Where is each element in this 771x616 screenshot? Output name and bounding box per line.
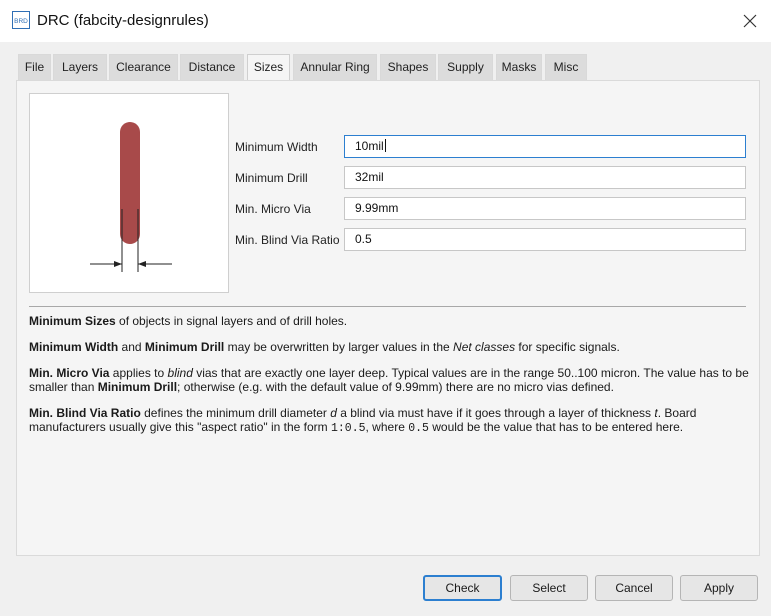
close-button[interactable]	[734, 6, 766, 36]
sizes-panel: Minimum Width 10mil Minimum Drill 32mil …	[16, 80, 760, 556]
min-drill-label: Minimum Drill	[235, 171, 308, 185]
help-term: Min. Micro Via	[29, 366, 110, 380]
help-text-run: a blind via must have if it goes through…	[336, 406, 655, 420]
help-text-run: defines the minimum drill diameter	[140, 406, 331, 420]
help-code: 0.5	[408, 422, 429, 435]
tab-layers[interactable]: Layers	[53, 54, 107, 80]
tab-file[interactable]: File	[18, 54, 51, 80]
help-paragraph-3: Min. Micro Via applies to blind vias tha…	[29, 366, 749, 394]
min-width-value: 10mil	[355, 139, 384, 153]
text-caret	[384, 139, 386, 152]
min-width-label: Minimum Width	[235, 140, 318, 154]
app-icon-text: BRD	[14, 18, 28, 25]
help-text-run: , where	[365, 420, 409, 434]
help-term: Minimum Drill	[144, 340, 225, 354]
tab-shapes[interactable]: Shapes	[380, 54, 436, 80]
help-text-run: applies to	[109, 366, 168, 380]
help-paragraph-4: Min. Blind Via Ratio defines the minimum…	[29, 406, 749, 436]
help-term: Minimum Width	[29, 340, 119, 354]
tab-misc[interactable]: Misc	[545, 54, 587, 80]
check-button[interactable]: Check	[423, 575, 502, 601]
help-emphasis: blind	[167, 366, 193, 380]
min-blind-via-ratio-label: Min. Blind Via Ratio	[235, 233, 340, 247]
help-term: Minimum Sizes	[29, 314, 116, 328]
title-bar: BRD DRC (fabcity-designrules)	[0, 0, 771, 42]
separator	[29, 306, 746, 307]
min-blind-via-ratio-field[interactable]: 0.5	[344, 228, 746, 251]
help-text-run: would be the value that has to be entere…	[428, 420, 684, 434]
help-text-run: for specific signals.	[515, 340, 620, 354]
help-paragraph-1: Minimum Sizes of objects in signal layer…	[29, 314, 749, 328]
help-text-run: ; otherwise (e.g. with the default value…	[177, 380, 614, 394]
tab-masks[interactable]: Masks	[496, 54, 542, 80]
help-emphasis: d	[330, 406, 337, 420]
select-button[interactable]: Select	[510, 575, 588, 601]
min-width-diagram-icon	[90, 122, 172, 272]
min-drill-field[interactable]: 32mil	[344, 166, 746, 189]
tab-supply[interactable]: Supply	[438, 54, 493, 80]
help-code: 1:0.5	[331, 422, 366, 435]
tab-annular-ring[interactable]: Annular Ring	[293, 54, 377, 80]
window-title: DRC (fabcity-designrules)	[37, 12, 209, 29]
help-text: Minimum Sizes of objects in signal layer…	[29, 314, 749, 448]
apply-button[interactable]: Apply	[680, 575, 758, 601]
min-width-field[interactable]: 10mil	[344, 135, 746, 158]
min-micro-via-label: Min. Micro Via	[235, 202, 311, 216]
app-icon: BRD	[12, 11, 30, 29]
help-emphasis: Net classes	[453, 340, 516, 354]
help-text-run: of objects in signal layers and of drill…	[115, 314, 348, 328]
help-text-run: may be overwritten by larger values in t…	[224, 340, 454, 354]
tab-clearance[interactable]: Clearance	[109, 54, 178, 80]
tab-sizes[interactable]: Sizes	[247, 54, 290, 82]
min-micro-via-field[interactable]: 9.99mm	[344, 197, 746, 220]
help-term: Minimum Drill	[97, 380, 178, 394]
help-text-run: and	[118, 340, 145, 354]
help-term: Min. Blind Via Ratio	[29, 406, 141, 420]
preview-image	[29, 93, 229, 293]
tab-distance[interactable]: Distance	[180, 54, 244, 80]
help-paragraph-2: Minimum Width and Minimum Drill may be o…	[29, 340, 749, 354]
close-icon[interactable]	[734, 6, 766, 36]
cancel-button[interactable]: Cancel	[595, 575, 673, 601]
